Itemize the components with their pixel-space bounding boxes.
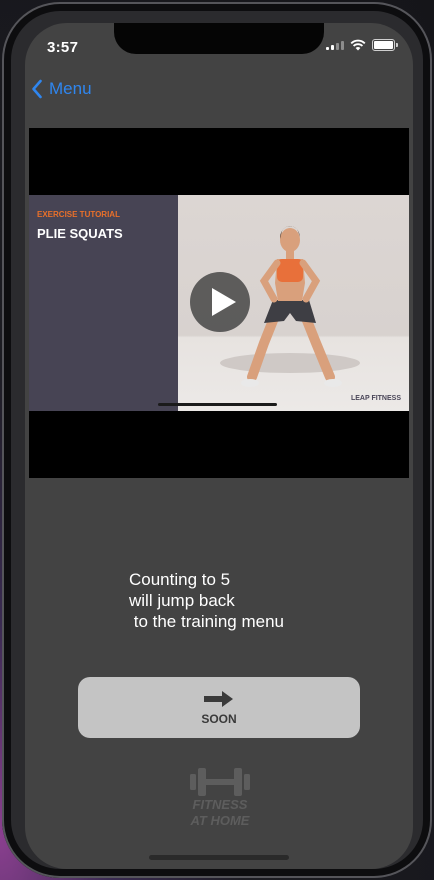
play-icon (212, 288, 236, 316)
status-time: 3:57 (47, 39, 79, 56)
info-line: to the training menu (129, 612, 284, 631)
soon-button-label: SOON (201, 712, 237, 726)
thumbnail-kicker: EXERCISE TUTORIAL (37, 210, 120, 219)
home-indicator[interactable] (149, 855, 289, 860)
info-line: will jump back (129, 591, 235, 610)
notch (114, 23, 324, 54)
video-progress-bar[interactable] (158, 403, 277, 406)
dumbbell-icon (190, 768, 250, 796)
wifi-icon (350, 39, 366, 51)
play-button[interactable] (190, 272, 250, 332)
phone-frame: 3:57 Menu EXERCISE TUTORIAL PLIE SQUATS (2, 2, 432, 878)
info-line: Counting to 5 (129, 570, 231, 589)
cellular-signal-icon (326, 40, 344, 50)
info-message: Counting to 5 will jump back to the trai… (129, 569, 284, 632)
back-button-label: Menu (49, 79, 92, 98)
status-icons (326, 39, 398, 51)
battery-icon (372, 39, 398, 51)
video-player[interactable]: EXERCISE TUTORIAL PLIE SQUATS LEAP FITNE… (29, 128, 409, 478)
arrow-right-icon (204, 691, 233, 707)
phone-screen: 3:57 Menu EXERCISE TUTORIAL PLIE SQUATS (25, 23, 413, 869)
logo-line-1: FITNESS (192, 797, 248, 812)
logo-line-2: AT HOME (190, 813, 250, 828)
app-logo: FITNESS AT HOME (180, 765, 260, 831)
thumbnail-title-panel: EXERCISE TUTORIAL PLIE SQUATS (29, 195, 178, 411)
soon-button[interactable]: SOON (78, 677, 360, 738)
thumbnail-brand: LEAP FITNESS (350, 395, 401, 402)
back-button[interactable]: Menu (31, 79, 92, 99)
thumbnail-title: PLIE SQUATS (37, 226, 123, 241)
chevron-left-icon (32, 79, 42, 99)
